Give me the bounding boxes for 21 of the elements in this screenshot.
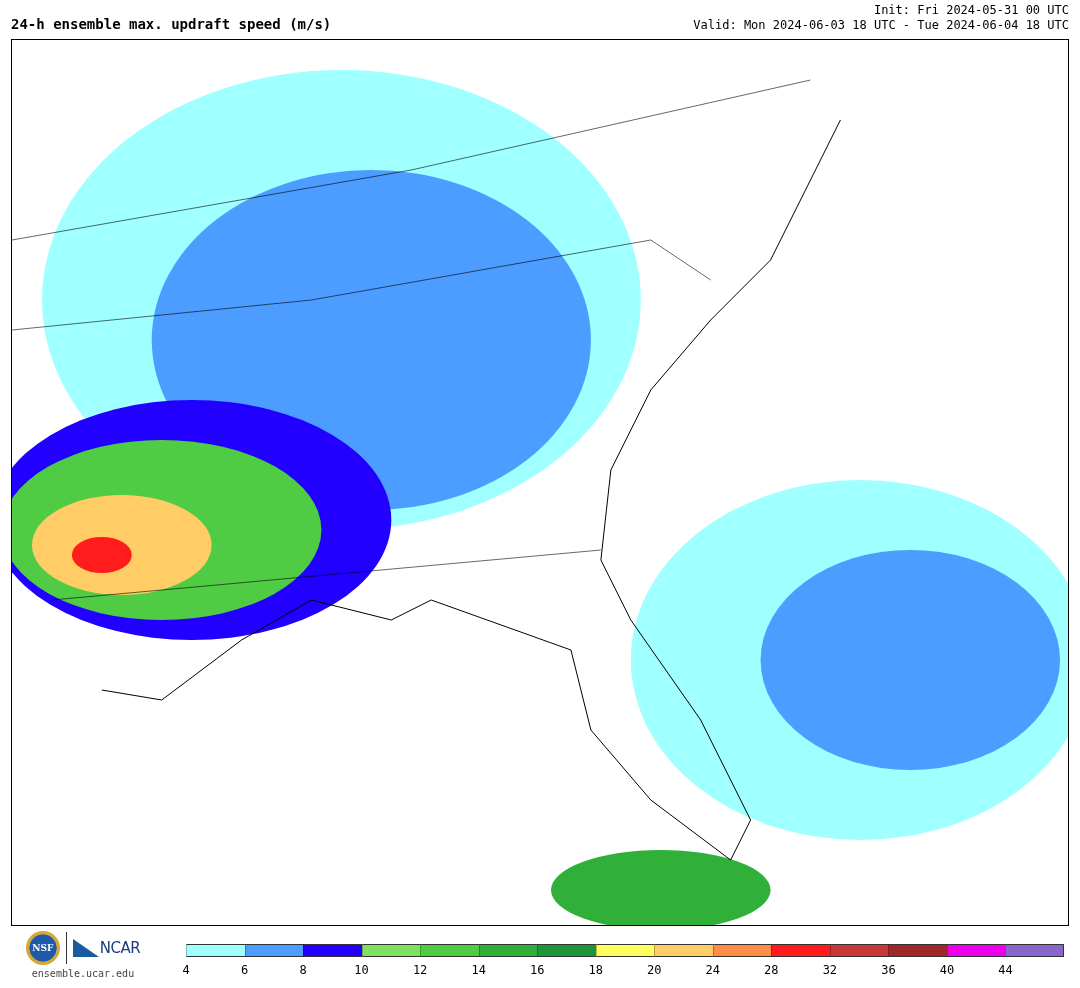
scale-label: 10 — [354, 963, 369, 977]
scale-label: 12 — [412, 963, 428, 977]
valid-time: Valid: Mon 2024-06-03 18 UTC - Tue 2024-06-04 18 UTC — [693, 18, 1069, 33]
nsf-logo: NSF — [25, 931, 60, 965]
scale-label: 18 — [588, 963, 603, 977]
scale-label: 40 — [939, 963, 955, 977]
scale-label: 8 — [299, 963, 307, 977]
scale-label: 14 — [471, 963, 486, 977]
scale-label: 36 — [881, 963, 896, 977]
scale-label: 32 — [822, 963, 838, 977]
scale-label: 20 — [647, 963, 662, 977]
chart-title: 24-h ensemble max. updraft speed (m/s) — [11, 15, 332, 33]
site-url: ensemble.ucar.edu — [31, 968, 135, 979]
scale-label: 6 — [240, 963, 249, 977]
init-time: Init: Fri 2024-05-31 00 UTC — [873, 3, 1069, 18]
scale-label: 28 — [764, 963, 779, 977]
scale-label: 4 — [182, 963, 190, 977]
ncar-logo: NCAR — [72, 939, 141, 957]
scale-label: 44 — [998, 963, 1013, 977]
scale-label: 24 — [705, 963, 720, 977]
scale-label: 16 — [529, 963, 545, 977]
